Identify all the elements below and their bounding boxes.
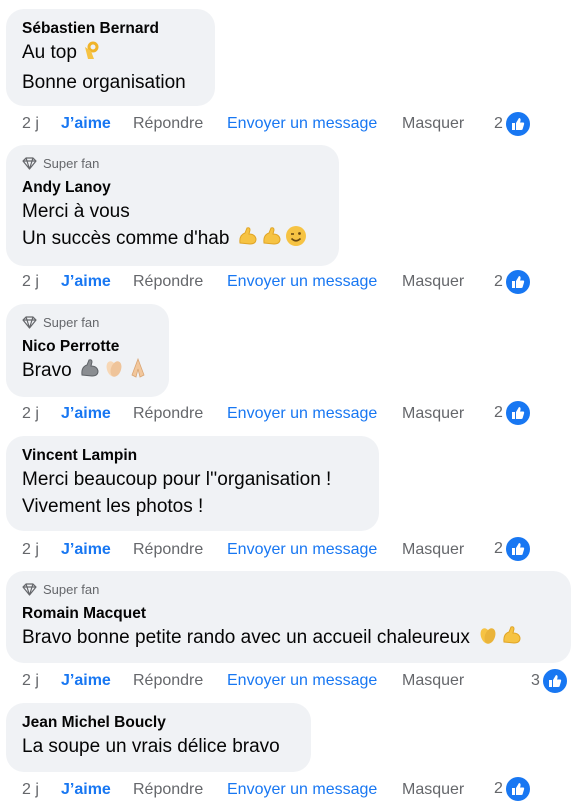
reaction-count[interactable]: 3 — [531, 667, 569, 695]
reply-button[interactable]: Répondre — [133, 115, 227, 133]
comment-bubble: Vincent Lampin Merci beaucoup pour l''or… — [6, 436, 379, 531]
comment-bubble: Super fan Andy Lanoy Merci à vous Un suc… — [6, 145, 339, 266]
send-message-button[interactable]: Envoyer un message — [227, 781, 402, 799]
like-button[interactable]: J’aime — [61, 405, 133, 423]
like-button[interactable]: J’aime — [61, 781, 133, 799]
send-message-button[interactable]: Envoyer un message — [227, 541, 402, 559]
hide-button[interactable]: Masquer — [402, 405, 495, 423]
reply-button[interactable]: Répondre — [133, 541, 227, 559]
super-fan-badge: Super fan — [22, 581, 555, 598]
comment-author[interactable]: Nico Perrotte — [22, 337, 153, 357]
reaction-count[interactable]: 2 — [494, 110, 532, 138]
flexed-biceps-emoji — [501, 624, 523, 654]
timestamp[interactable]: 2 j — [22, 672, 61, 690]
mechanical-arm-emoji — [79, 357, 101, 387]
thumbs-up-icon — [503, 399, 532, 427]
comment-author[interactable]: Jean Michel Boucly — [22, 713, 295, 733]
diamond-icon — [22, 157, 37, 170]
comment-actions: 2 j J’aime Répondre Envoyer un message M… — [22, 776, 495, 804]
reply-button[interactable]: Répondre — [133, 405, 227, 423]
reply-button[interactable]: Répondre — [133, 273, 227, 291]
hide-button[interactable]: Masquer — [402, 781, 495, 799]
comment-bubble: Super fan Nico Perrotte Bravo — [6, 304, 169, 397]
reaction-count[interactable]: 2 — [494, 399, 532, 427]
send-message-button[interactable]: Envoyer un message — [227, 273, 402, 291]
hide-button[interactable]: Masquer — [402, 273, 495, 291]
super-fan-badge: Super fan — [22, 314, 153, 331]
timestamp[interactable]: 2 j — [22, 781, 61, 799]
comment-actions: 2 j J’aime Répondre Envoyer un message M… — [22, 400, 495, 428]
thumbs-up-icon — [503, 268, 532, 296]
comment-actions: 2 j J’aime Répondre Envoyer un message M… — [22, 536, 495, 564]
comment-actions: 2 j J’aime Répondre Envoyer un message M… — [22, 110, 495, 138]
comment-text: Au top — [22, 39, 199, 69]
reply-button[interactable]: Répondre — [133, 672, 227, 690]
comment-actions: 2 j J’aime Répondre Envoyer un message M… — [22, 667, 495, 695]
comment-actions: 2 j J’aime Répondre Envoyer un message M… — [22, 268, 495, 296]
winking-face-emoji — [285, 225, 307, 255]
clapping-hands-emoji — [477, 624, 499, 654]
folded-hands-emoji — [127, 357, 149, 387]
like-button[interactable]: J’aime — [61, 541, 133, 559]
timestamp[interactable]: 2 j — [22, 541, 61, 559]
diamond-icon — [22, 583, 37, 596]
comment-author[interactable]: Andy Lanoy — [22, 178, 323, 198]
thumbs-up-icon — [540, 667, 569, 695]
comment-author[interactable]: Vincent Lampin — [22, 446, 363, 466]
diamond-icon — [22, 316, 37, 329]
timestamp[interactable]: 2 j — [22, 115, 61, 133]
hide-button[interactable]: Masquer — [402, 672, 495, 690]
timestamp[interactable]: 2 j — [22, 405, 61, 423]
like-button[interactable]: J’aime — [61, 273, 133, 291]
hide-button[interactable]: Masquer — [402, 115, 495, 133]
comment-author[interactable]: Sébastien Bernard — [22, 19, 199, 39]
flexed-biceps-emoji — [237, 225, 259, 255]
thumbs-up-icon — [503, 775, 532, 803]
reaction-count[interactable]: 2 — [494, 775, 532, 803]
thumbs-up-icon — [503, 110, 532, 138]
comment-text: Merci beaucoup pour l''organisation ! — [22, 469, 332, 490]
thumbs-up-icon — [503, 535, 532, 563]
reaction-count[interactable]: 2 — [494, 535, 532, 563]
comment-text: Bravo — [22, 357, 153, 387]
hide-button[interactable]: Masquer — [402, 541, 495, 559]
like-button[interactable]: J’aime — [61, 672, 133, 690]
comment-bubble: Super fan Romain Macquet Bravo bonne pet… — [6, 571, 571, 663]
send-message-button[interactable]: Envoyer un message — [227, 672, 402, 690]
comment-text: Bonne organisation — [22, 72, 186, 93]
comment-bubble: Jean Michel Boucly La soupe un vrais dél… — [6, 703, 311, 772]
like-button[interactable]: J’aime — [61, 115, 133, 133]
send-message-button[interactable]: Envoyer un message — [227, 405, 402, 423]
send-message-button[interactable]: Envoyer un message — [227, 115, 402, 133]
super-fan-badge: Super fan — [22, 155, 323, 172]
reaction-count[interactable]: 2 — [494, 268, 532, 296]
flexed-biceps-emoji — [261, 225, 283, 255]
comment-author[interactable]: Romain Macquet — [22, 604, 555, 624]
comment-bubble: Sébastien Bernard Au top Bonne organisat… — [6, 9, 215, 106]
comment-text: Merci à vous — [22, 201, 130, 222]
clapping-hands-emoji — [103, 357, 125, 387]
ok-hand-emoji — [79, 39, 101, 69]
comment-text: Bravo bonne petite rando avec un accueil… — [22, 624, 555, 654]
reply-button[interactable]: Répondre — [133, 781, 227, 799]
comment-text: Vivement les photos ! — [22, 496, 204, 517]
comment-text: La soupe un vrais délice bravo — [22, 736, 280, 757]
comment-text: Un succès comme d'hab — [22, 225, 323, 255]
timestamp[interactable]: 2 j — [22, 273, 61, 291]
